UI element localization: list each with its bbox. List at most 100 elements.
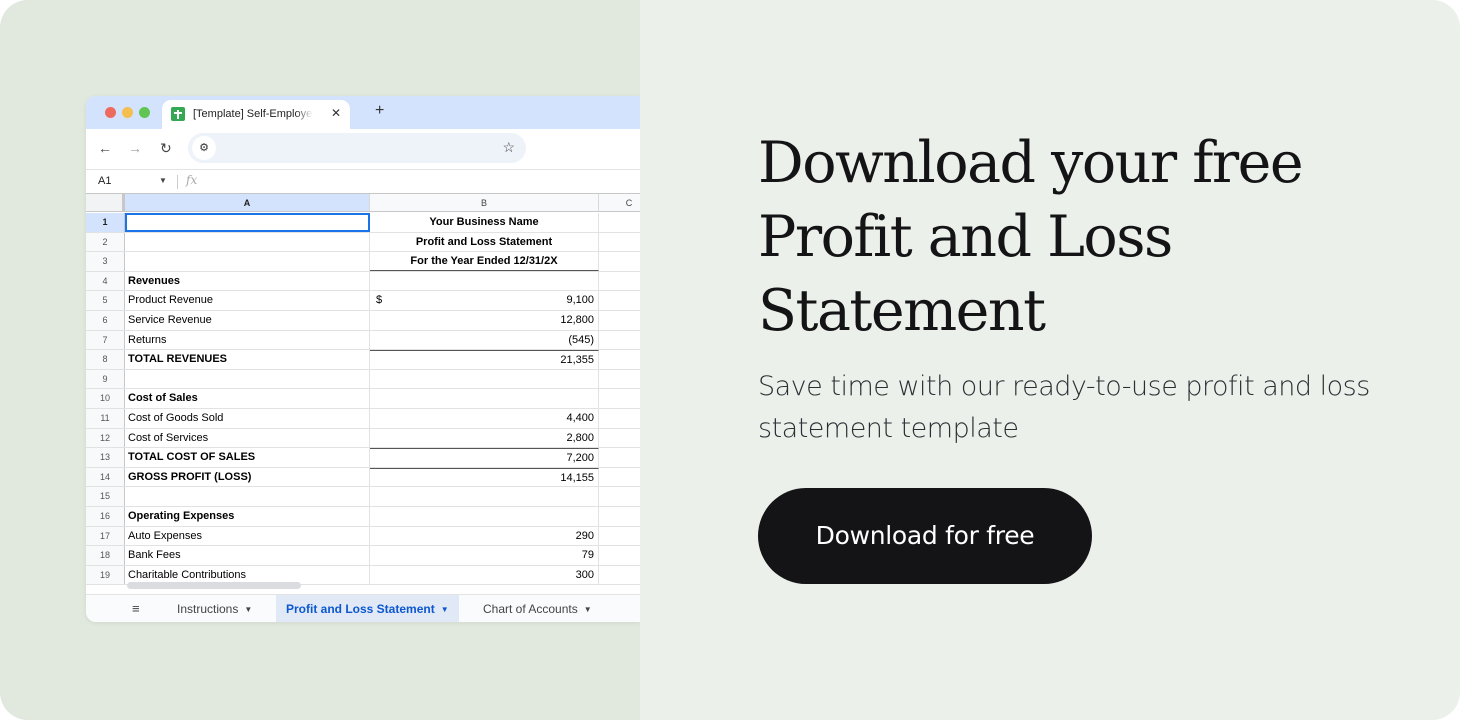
cell-empty[interactable] [599,213,640,232]
reload-icon[interactable]: ↻ [160,140,172,157]
cell-value[interactable]: 12,800 [370,311,599,330]
new-tab-plus-icon[interactable]: + [375,102,384,120]
row-header[interactable]: 15 [86,487,125,506]
cell-label[interactable]: Service Revenue [125,311,370,330]
cell-label[interactable]: GROSS PROFIT (LOSS) [125,467,370,487]
cell-empty[interactable] [599,252,640,271]
chevron-down-icon[interactable]: ▼ [244,605,252,614]
column-header-a[interactable]: A [125,194,370,212]
cell-value[interactable]: For the Year Ended 12/31/2X [370,252,599,271]
cell-empty[interactable] [599,448,640,467]
maximize-window-button[interactable] [139,107,150,118]
row-header[interactable]: 13 [86,448,125,467]
browser-tab[interactable]: [Template] Self-Employed Profit and Loss… [162,100,350,129]
cell-empty[interactable] [599,311,640,330]
cell-label[interactable]: TOTAL COST OF SALES [125,448,370,467]
row-header[interactable]: 2 [86,232,125,252]
sheet-tab-chart-of-accounts[interactable]: Chart of Accounts ▼ [473,595,602,622]
minimize-window-button[interactable] [122,107,133,118]
bookmark-star-icon[interactable]: ☆ [502,139,515,156]
sheet-tab-instructions[interactable]: Instructions ▼ [167,595,262,622]
cell-value[interactable] [370,389,599,408]
cell-value[interactable] [370,507,599,526]
row-header[interactable]: 16 [86,507,125,526]
cell-value[interactable]: 14,155 [370,467,599,487]
cell-label[interactable]: Revenues [125,271,370,291]
row-header[interactable]: 8 [86,350,125,369]
row-header[interactable]: 19 [86,565,125,585]
active-cell[interactable] [125,213,370,232]
cell-value[interactable]: 2,800 [370,428,599,448]
row-header[interactable]: 12 [86,428,125,448]
row-header[interactable]: 1 [86,213,125,232]
cell-label[interactable]: Returns [125,330,370,350]
cell-value[interactable]: 290 [370,526,599,546]
row-header[interactable]: 5 [86,291,125,310]
cell-label[interactable]: Bank Fees [125,546,370,565]
row-header[interactable]: 9 [86,369,125,389]
sheet-tab-profit-and-loss[interactable]: Profit and Loss Statement ▼ [276,595,459,622]
chevron-down-icon[interactable]: ▼ [584,605,592,614]
cell-label[interactable] [125,487,370,506]
row-header[interactable]: 18 [86,546,125,565]
cell-value[interactable]: Your Business Name [370,213,599,232]
column-header-b[interactable]: B [370,194,599,212]
cell-value[interactable] [370,271,599,291]
cell-label[interactable]: Cost of Sales [125,389,370,408]
download-button[interactable]: Download for free [758,488,1092,584]
cell-empty[interactable] [599,546,640,565]
row-header[interactable]: 10 [86,389,125,408]
cell-empty[interactable] [599,409,640,428]
cell-label[interactable]: Cost of Services [125,428,370,448]
cell-empty[interactable] [599,566,640,585]
row-header[interactable]: 11 [86,409,125,428]
address-bar[interactable]: ⚙ ☆ [188,133,526,163]
close-window-button[interactable] [105,107,116,118]
forward-arrow-icon[interactable]: → [128,140,142,156]
row-header[interactable]: 4 [86,271,125,291]
cell-empty[interactable] [599,291,640,310]
cell-label[interactable] [125,369,370,389]
column-header-c[interactable]: C [599,194,640,212]
chevron-down-icon[interactable]: ▼ [441,605,449,614]
cell-empty[interactable] [599,272,640,291]
cell-value[interactable] [370,487,599,506]
horizontal-scrollbar[interactable] [127,582,301,589]
cell-empty[interactable] [599,507,640,526]
cell-empty[interactable] [599,370,640,389]
cell-value[interactable]: (545) [370,330,599,350]
cell-value[interactable]: 79 [370,546,599,565]
cell-label[interactable]: Operating Expenses [125,507,370,526]
row-header[interactable]: 17 [86,526,125,546]
select-all-corner[interactable] [86,194,125,212]
cell-empty[interactable] [599,527,640,546]
cell-label[interactable] [125,252,370,271]
cell-empty[interactable] [599,233,640,252]
cell-label[interactable]: TOTAL REVENUES [125,350,370,369]
cell-value[interactable]: 7,200 [370,448,599,467]
chevron-down-icon[interactable]: ▼ [159,176,167,185]
cell-label[interactable]: Cost of Goods Sold [125,409,370,428]
row-header[interactable]: 3 [86,252,125,271]
row-header[interactable]: 7 [86,330,125,350]
cell-empty[interactable] [599,429,640,448]
cell-empty[interactable] [599,487,640,506]
cell-value[interactable]: 4,400 [370,409,599,428]
back-arrow-icon[interactable]: ← [98,140,112,156]
cell-label[interactable]: Product Revenue [125,291,370,310]
cell-empty[interactable] [599,350,640,369]
cell-value[interactable]: 300 [370,565,599,585]
cell-value[interactable] [370,369,599,389]
site-settings-icon[interactable]: ⚙ [192,136,216,160]
close-icon[interactable]: ✕ [331,106,341,120]
row-header[interactable]: 6 [86,311,125,330]
cell-label[interactable] [125,232,370,252]
cell-value[interactable]: Profit and Loss Statement [370,232,599,252]
cell-value[interactable]: $9,100 [370,291,599,310]
name-box[interactable]: A1 [98,175,111,187]
cell-label[interactable]: Auto Expenses [125,526,370,546]
cell-empty[interactable] [599,389,640,408]
row-header[interactable]: 14 [86,467,125,487]
cell-empty[interactable] [599,331,640,350]
cell-empty[interactable] [599,468,640,487]
